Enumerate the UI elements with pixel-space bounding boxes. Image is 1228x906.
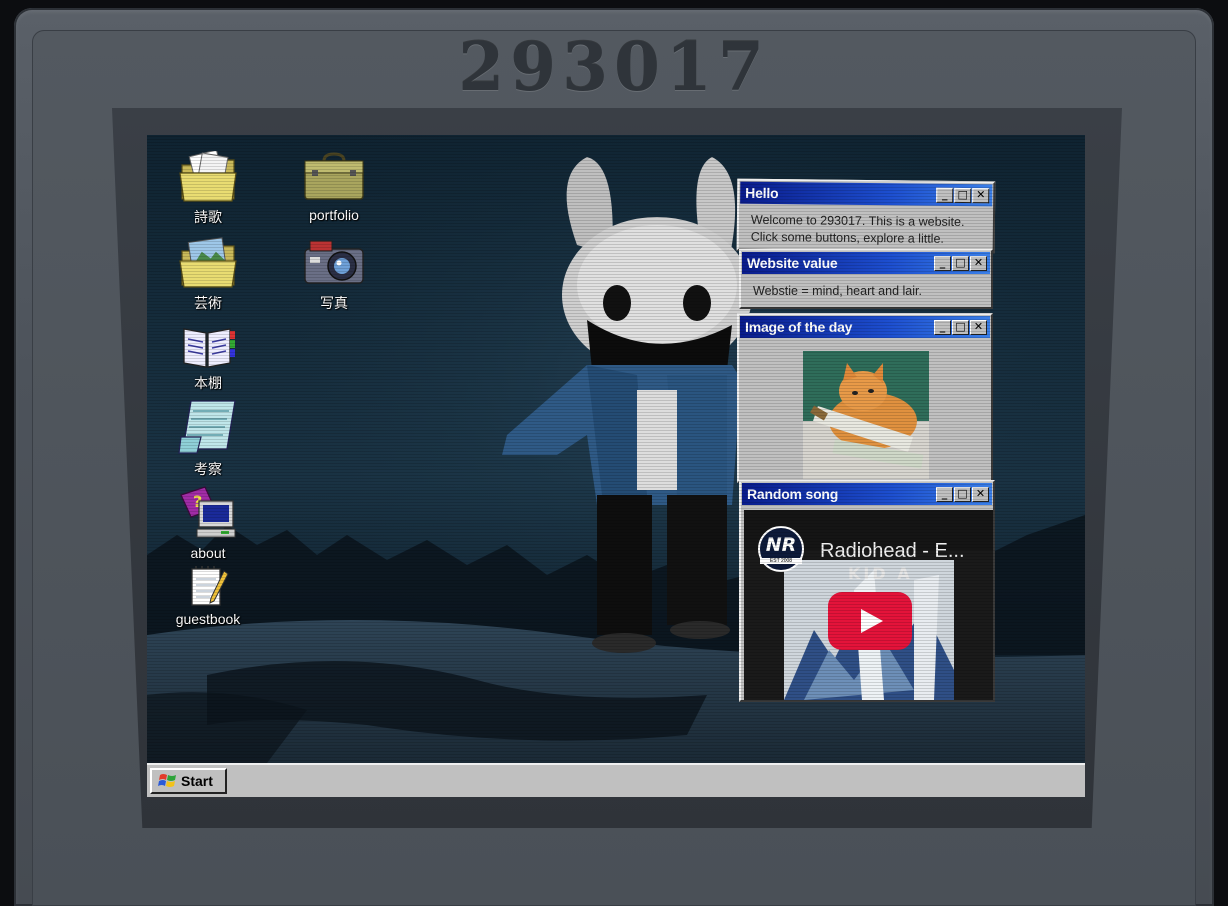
- desktop-screen: 詩歌 portfolio 芸術 写真 本棚 考察 ? about guestbo…: [147, 135, 1085, 797]
- desktop-icon-label: 写真: [320, 295, 348, 311]
- maximize-button[interactable]: □: [954, 486, 971, 502]
- notebook-pencil-icon: [191, 566, 229, 606]
- desktop-icon-label: guestbook: [175, 611, 241, 627]
- desktop-icon-portfolio[interactable]: portfolio: [289, 151, 379, 223]
- pictures-folder-icon: [179, 237, 237, 288]
- minimize-button[interactable]: _: [936, 187, 954, 203]
- window-title: Random song: [747, 486, 839, 502]
- notepad-icon: [178, 400, 236, 454]
- window-title: Image of the day: [745, 319, 853, 335]
- image-of-the-day-window[interactable]: Image of the day _ □ ✕: [737, 313, 993, 483]
- window-title: Hello: [745, 184, 779, 202]
- start-label: Start: [181, 773, 213, 789]
- video-title[interactable]: Radiohead - E...: [820, 540, 965, 563]
- desktop-icon-bookshelf[interactable]: 本棚: [163, 323, 253, 393]
- website-value-text: Webstie = mind, heart and lair.: [753, 284, 922, 298]
- window-title: Website value: [747, 255, 838, 271]
- minimize-button[interactable]: _: [934, 319, 951, 335]
- desktop-icon-guestbook[interactable]: guestbook: [163, 565, 253, 627]
- play-button[interactable]: [828, 592, 912, 650]
- desktop-icon-label: portfolio: [309, 207, 359, 223]
- desktop-icon-label: 本棚: [194, 375, 222, 391]
- briefcase-icon: [304, 152, 364, 200]
- random-song-titlebar[interactable]: Random song _ □ ✕: [742, 483, 992, 505]
- youtube-embed[interactable]: NR EST 2008 Radiohead - E... KID A: [744, 510, 993, 700]
- desktop-icon-art[interactable]: 芸術: [163, 237, 253, 313]
- album-title-text: KID A: [848, 564, 913, 583]
- minimize-button[interactable]: _: [934, 255, 951, 271]
- monitor-brand: 293017: [458, 28, 770, 106]
- close-button[interactable]: ✕: [972, 486, 989, 502]
- taskbar: Start: [147, 763, 1085, 797]
- hello-explore-text: Click some buttons, explore a little.: [750, 229, 944, 246]
- desktop-icon-photos[interactable]: 写真: [289, 237, 379, 313]
- close-button[interactable]: ✕: [970, 319, 987, 335]
- desktop-icon-label: 芸術: [194, 295, 222, 311]
- channel-est-text: EST 2008: [760, 558, 802, 564]
- website-value-titlebar[interactable]: Website value _ □ ✕: [742, 252, 990, 274]
- maximize-button[interactable]: □: [952, 255, 969, 271]
- close-button[interactable]: ✕: [970, 255, 987, 271]
- desktop-icon-label: 詩歌: [194, 209, 222, 225]
- hello-window[interactable]: Hello _ □ ✕ Welcome to 293017. This is a…: [736, 178, 996, 254]
- channel-avatar-text: NR: [765, 534, 797, 556]
- channel-avatar[interactable]: NR EST 2008: [758, 526, 804, 572]
- close-button[interactable]: ✕: [972, 187, 990, 203]
- documents-folder-icon: [179, 151, 237, 202]
- windows-logo-icon: [158, 774, 176, 787]
- desktop-icon-label: 考察: [194, 461, 222, 477]
- hello-window-titlebar[interactable]: Hello _ □ ✕: [740, 181, 993, 207]
- play-icon: [861, 609, 883, 633]
- cat-photo: [803, 351, 929, 479]
- minimize-button[interactable]: _: [936, 486, 953, 502]
- help-computer-icon: ?: [180, 486, 236, 538]
- website-value-window[interactable]: Website value _ □ ✕ Webstie = mind, hear…: [739, 249, 993, 309]
- desktop-icon-label: about: [190, 545, 226, 561]
- desktop-icon-about[interactable]: ? about: [163, 483, 253, 561]
- desktop-icon-poetry[interactable]: 詩歌: [163, 151, 253, 227]
- book-icon: [183, 328, 235, 368]
- maximize-button[interactable]: □: [952, 319, 969, 335]
- start-button[interactable]: Start: [150, 768, 227, 794]
- desktop-icon-essays[interactable]: 考察: [163, 397, 253, 479]
- random-song-window[interactable]: Random song _ □ ✕ NR EST 2008 Radiohead: [739, 480, 995, 702]
- image-window-titlebar[interactable]: Image of the day _ □ ✕: [740, 316, 990, 338]
- maximize-button[interactable]: □: [954, 187, 972, 203]
- camera-icon: [304, 240, 364, 284]
